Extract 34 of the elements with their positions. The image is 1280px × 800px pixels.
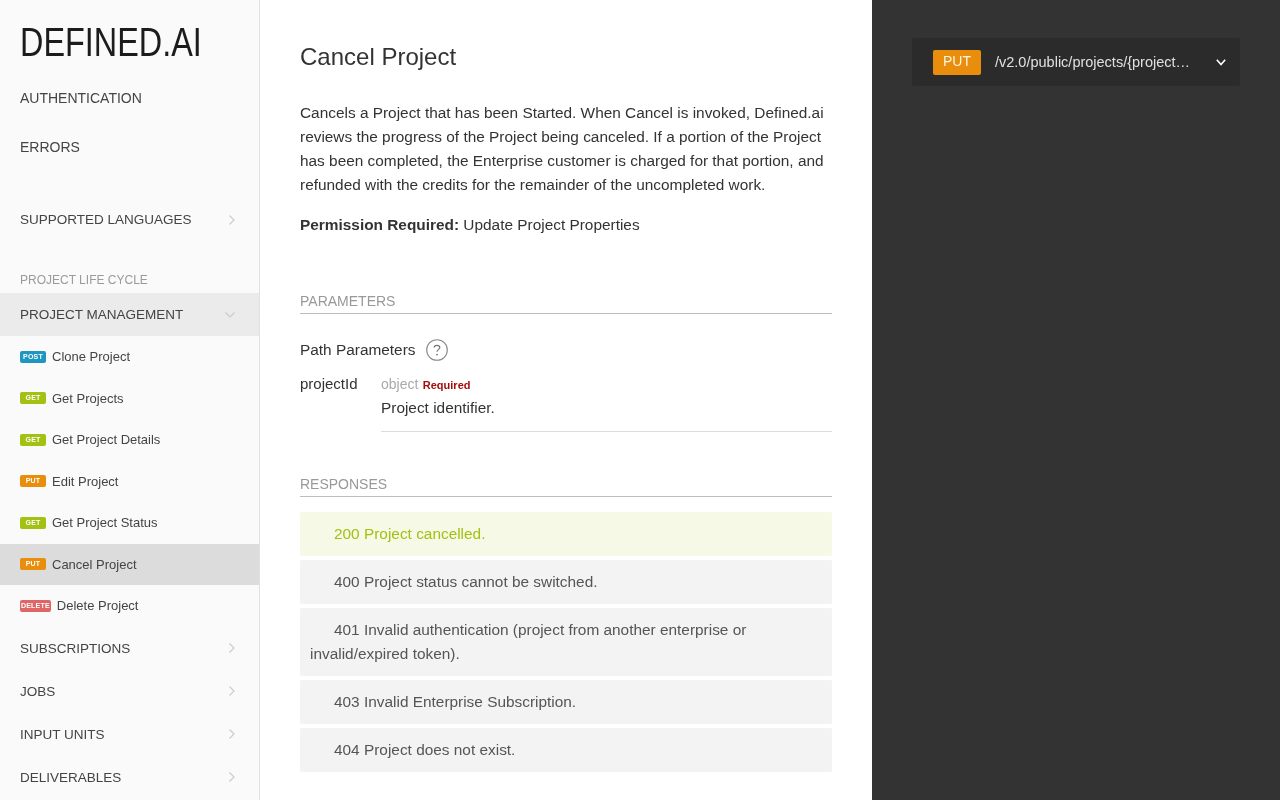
response-row[interactable]: 400 Project status cannot be switched. bbox=[300, 560, 832, 604]
sidebar-item[interactable]: PROJECT MANAGEMENT bbox=[0, 293, 259, 336]
required-label: Required bbox=[422, 379, 471, 391]
chevron-down-icon bbox=[225, 311, 235, 318]
permission-note: Permission Required: Update Project Properties bbox=[300, 215, 641, 235]
section-heading: RESPONSES bbox=[300, 475, 832, 497]
chevron-right-icon bbox=[229, 729, 235, 739]
endpoint-selector[interactable]: PUT /v2.0/public/projects/{project… bbox=[912, 38, 1240, 86]
chevron-down-icon bbox=[1216, 58, 1226, 66]
sidebar-item[interactable]: SUPPORTED LANGUAGES bbox=[0, 198, 259, 241]
response-row[interactable]: 404 Project does not exist. bbox=[300, 728, 832, 772]
sidebar-item[interactable]: JOBS bbox=[0, 669, 259, 713]
description: Cancels a Project that has been Started. When Cancel is invoked, Defined.ai reviews the progress of the Project being canceled. If a portion of the Project has been completed, the Enterprise customer is charged for that portion, and refunded with the credits for the remainder of the uncompleted work. bbox=[300, 103, 825, 195]
help-icon[interactable] bbox=[426, 339, 449, 361]
response-row[interactable]: 403 Invalid Enterprise Subscription. bbox=[300, 680, 832, 724]
sidebar-item[interactable]: AUTHENTICATION bbox=[0, 73, 259, 122]
method-badge: PUT bbox=[933, 49, 981, 75]
response-row[interactable]: 401 Invalid authentication (project from another enterprise or invalid/expired token). bbox=[300, 608, 832, 676]
parameter-description: Project identifier. bbox=[381, 399, 495, 416]
logo: DEFINED.AI bbox=[20, 24, 202, 60]
sidebar-section-heading: PROJECT LIFE CYCLE bbox=[20, 273, 148, 287]
parameter-group-title: Path Parameters bbox=[300, 341, 416, 359]
parameter-type: object bbox=[381, 376, 419, 392]
section-heading: PARAMETERS bbox=[300, 292, 832, 314]
sidebar-item[interactable]: ERRORS bbox=[0, 122, 259, 171]
page-title: Cancel Project bbox=[300, 42, 458, 72]
sidebar-item[interactable]: SUBSCRIPTIONS bbox=[0, 626, 259, 670]
chevron-right-icon bbox=[229, 686, 235, 696]
chevron-right-icon bbox=[229, 214, 235, 225]
sidebar-item[interactable]: DELIVERABLES bbox=[0, 755, 259, 799]
parameter-name: projectId bbox=[300, 375, 358, 392]
sidebar-item[interactable]: INPUT UNITS bbox=[0, 712, 259, 756]
chevron-right-icon bbox=[229, 772, 235, 782]
chevron-right-icon bbox=[229, 643, 235, 653]
